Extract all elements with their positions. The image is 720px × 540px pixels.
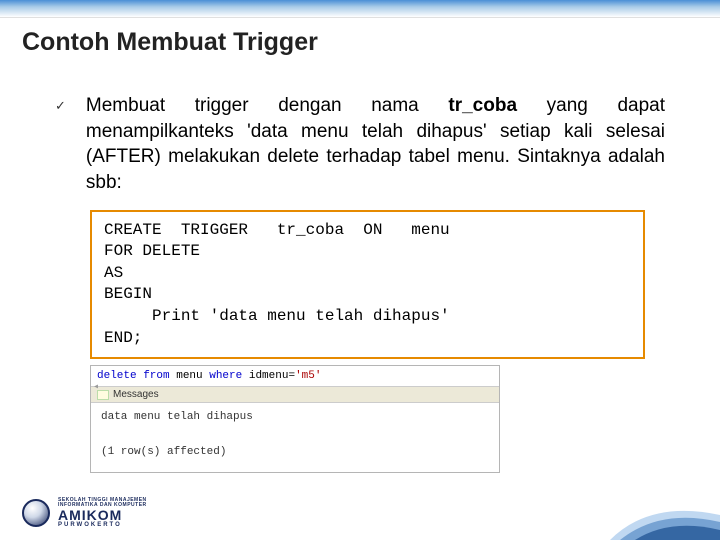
sql-result-panel: delete from menu where idmenu='m5' ◂ Mes…	[90, 365, 500, 473]
trigger-name: tr_coba	[448, 95, 517, 116]
footer-text: SEKOLAH TINGGI MANAJEMEN INFORMATIKA DAN…	[58, 498, 147, 528]
sql-keyword: where	[209, 370, 242, 382]
top-accent-bar	[0, 0, 720, 18]
sql-keyword: delete from	[97, 370, 170, 382]
footer-sub: PURWOKERTO	[58, 522, 147, 528]
footer-logo-block: SEKOLAH TINGGI MANAJEMEN INFORMATIKA DAN…	[22, 498, 147, 528]
messages-tab: Messages	[91, 387, 499, 403]
content-area: ✓ Membuat trigger dengan nama tr_coba ya…	[0, 63, 720, 473]
caret-icon: ◂	[93, 381, 99, 393]
check-icon: ✓	[55, 98, 66, 114]
sql-editor: delete from menu where idmenu='m5' ◂	[91, 366, 499, 387]
footer-main: AMIKOM	[58, 508, 147, 522]
sql-column: idmenu	[242, 370, 288, 382]
amikom-logo-icon	[22, 499, 50, 527]
slide-title: Contoh Membuat Trigger	[0, 18, 720, 63]
sql-value: 'm5'	[295, 370, 321, 382]
message-line: (1 row(s) affected)	[101, 444, 489, 462]
body-pre: Membuat trigger dengan nama	[86, 95, 448, 116]
sql-table: menu	[170, 370, 210, 382]
messages-tab-label: Messages	[113, 389, 159, 400]
code-block: CREATE TRIGGER tr_coba ON menu FOR DELET…	[90, 210, 645, 360]
bullet-item: ✓ Membuat trigger dengan nama tr_coba ya…	[55, 93, 665, 196]
message-line: data menu telah dihapus	[101, 409, 489, 427]
corner-wave-decoration	[610, 480, 720, 540]
body-paragraph: Membuat trigger dengan nama tr_coba yang…	[86, 93, 665, 196]
messages-body: data menu telah dihapus (1 row(s) affect…	[91, 403, 499, 472]
